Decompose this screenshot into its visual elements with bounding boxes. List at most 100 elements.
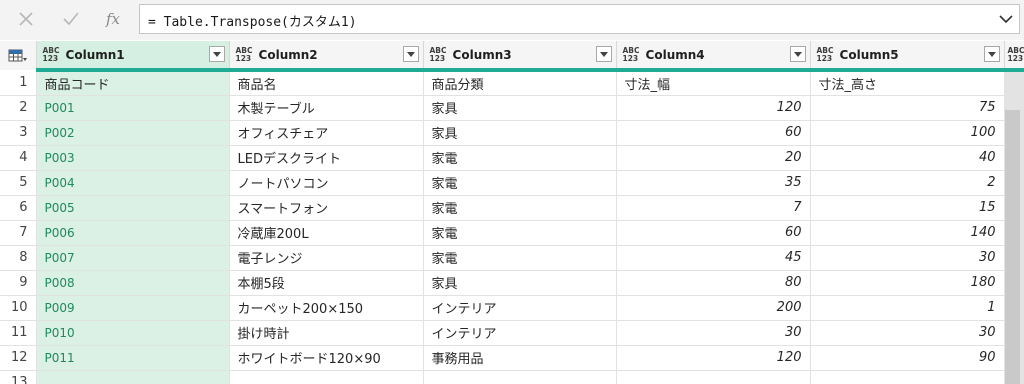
cell-column1[interactable]: P002 [36, 120, 230, 146]
type-any-icon[interactable]: ABC 123 [236, 46, 253, 63]
row-number[interactable]: 10 [0, 295, 37, 321]
row-number[interactable]: 11 [0, 320, 37, 346]
cell-column2[interactable]: カーペット200×150 [229, 295, 424, 321]
cell-column3[interactable]: インテリア [423, 320, 617, 346]
table-row[interactable]: 4 P003 LEDデスクライト 家電 20 40 [0, 145, 1024, 171]
cell-column1[interactable] [36, 370, 230, 384]
cell-column5[interactable]: 140 [810, 220, 1005, 246]
cell-column2[interactable]: 電子レンジ [229, 245, 424, 271]
cell-column5[interactable] [810, 370, 1005, 384]
type-any-icon[interactable]: ABC 123 [430, 46, 447, 63]
cell-column3[interactable]: 家電 [423, 170, 617, 196]
cell-column4[interactable]: 30 [616, 320, 811, 346]
row-number[interactable]: 2 [0, 95, 37, 121]
table-row[interactable]: 11 P010 掛け時計 インテリア 30 30 [0, 320, 1024, 346]
type-any-icon[interactable]: ABC 123 [623, 46, 640, 63]
cell-column1[interactable]: P009 [36, 295, 230, 321]
row-number[interactable]: 1 [0, 70, 37, 96]
cell-column3[interactable]: 家電 [423, 220, 617, 246]
cell-column2[interactable]: スマートフォン [229, 195, 424, 221]
scrollbar-track[interactable] [1004, 70, 1024, 95]
table-row[interactable]: 12 P011 ホワイトボード120×90 事務用品 120 90 [0, 345, 1024, 371]
column-header-5[interactable]: ABC 123 Column5 [810, 41, 1005, 72]
cell-column5[interactable]: 1 [810, 295, 1005, 321]
table-row[interactable]: 13 [0, 370, 1024, 384]
row-number[interactable]: 5 [0, 170, 37, 196]
cell-column5[interactable]: 100 [810, 120, 1005, 146]
filter-dropdown-button[interactable] [208, 46, 225, 62]
column-header-2[interactable]: ABC 123 Column2 [229, 41, 424, 72]
table-row[interactable]: 1 商品コード 商品名 商品分類 寸法_幅 寸法_高さ [0, 70, 1024, 96]
cell-column5[interactable]: 40 [810, 145, 1005, 171]
cell-column2[interactable]: 木製テーブル [229, 95, 424, 121]
table-row[interactable]: 7 P006 冷蔵庫200L 家電 60 140 [0, 220, 1024, 246]
table-row[interactable]: 6 P005 スマートフォン 家電 7 15 [0, 195, 1024, 221]
cell-column2[interactable]: ホワイトボード120×90 [229, 345, 424, 371]
fx-icon[interactable]: fx [100, 6, 126, 32]
type-any-icon[interactable]: ABC 123 [1008, 46, 1024, 63]
filter-dropdown-button[interactable] [402, 46, 419, 62]
cell-column4[interactable]: 80 [616, 270, 811, 296]
column-header-1[interactable]: ABC 123 Column1 [36, 41, 230, 72]
cell-column4[interactable]: 寸法_幅 [616, 70, 811, 96]
chevron-down-icon[interactable] [999, 13, 1013, 28]
cell-column1[interactable]: P005 [36, 195, 230, 221]
close-icon[interactable] [13, 6, 39, 32]
cell-column5[interactable]: 寸法_高さ [810, 70, 1005, 96]
cell-column4[interactable]: 60 [616, 120, 811, 146]
cell-column3[interactable]: 家具 [423, 120, 617, 146]
cell-column1[interactable]: P004 [36, 170, 230, 196]
column-header-3[interactable]: ABC 123 Column3 [423, 41, 617, 72]
cell-column4[interactable]: 200 [616, 295, 811, 321]
cell-column2[interactable]: 商品名 [229, 70, 424, 96]
check-icon[interactable] [58, 6, 84, 32]
cell-column2[interactable]: 冷蔵庫200L [229, 220, 424, 246]
table-row[interactable]: 5 P004 ノートパソコン 家電 35 2 [0, 170, 1024, 196]
row-number[interactable]: 9 [0, 270, 37, 296]
cell-column5[interactable]: 180 [810, 270, 1005, 296]
cell-column1[interactable]: P011 [36, 345, 230, 371]
cell-column3[interactable]: 家電 [423, 145, 617, 171]
cell-column3[interactable] [423, 370, 617, 384]
filter-dropdown-button[interactable] [595, 46, 612, 62]
cell-column1[interactable]: P010 [36, 320, 230, 346]
row-number[interactable]: 3 [0, 120, 37, 146]
cell-column4[interactable]: 45 [616, 245, 811, 271]
cell-column1[interactable]: P007 [36, 245, 230, 271]
filter-dropdown-button[interactable] [983, 46, 1000, 62]
column-header-6-partial[interactable]: ABC 123 [1004, 41, 1024, 72]
cell-column4[interactable]: 7 [616, 195, 811, 221]
row-number[interactable]: 12 [0, 345, 37, 371]
cell-column1[interactable]: P003 [36, 145, 230, 171]
cell-column4[interactable]: 60 [616, 220, 811, 246]
cell-column3[interactable]: 商品分類 [423, 70, 617, 96]
table-row[interactable]: 9 P008 本棚5段 家具 80 180 [0, 270, 1024, 296]
cell-column4[interactable]: 120 [616, 95, 811, 121]
cell-column1[interactable]: P008 [36, 270, 230, 296]
cell-column4[interactable]: 20 [616, 145, 811, 171]
cell-column2[interactable] [229, 370, 424, 384]
cell-column4[interactable]: 120 [616, 345, 811, 371]
row-number[interactable]: 7 [0, 220, 37, 246]
cell-column3[interactable]: 家電 [423, 245, 617, 271]
cell-column1[interactable]: 商品コード [36, 70, 230, 96]
cell-column4[interactable]: 35 [616, 170, 811, 196]
cell-column3[interactable]: 事務用品 [423, 345, 617, 371]
cell-column3[interactable]: 家具 [423, 95, 617, 121]
vertical-scrollbar-thumb[interactable] [1005, 110, 1020, 384]
table-row[interactable]: 8 P007 電子レンジ 家電 45 30 [0, 245, 1024, 271]
filter-dropdown-button[interactable] [789, 46, 806, 62]
table-row[interactable]: 3 P002 オフィスチェア 家具 60 100 [0, 120, 1024, 146]
cell-column3[interactable]: 家電 [423, 195, 617, 221]
row-number[interactable]: 4 [0, 145, 37, 171]
cell-column2[interactable]: LEDデスクライト [229, 145, 424, 171]
cell-column5[interactable]: 30 [810, 245, 1005, 271]
cell-column5[interactable]: 90 [810, 345, 1005, 371]
cell-column1[interactable]: P001 [36, 95, 230, 121]
cell-column4[interactable] [616, 370, 811, 384]
cell-column5[interactable]: 30 [810, 320, 1005, 346]
cell-column3[interactable]: 家具 [423, 270, 617, 296]
row-number[interactable]: 6 [0, 195, 37, 221]
cell-column5[interactable]: 75 [810, 95, 1005, 121]
table-menu-button[interactable] [0, 41, 37, 70]
